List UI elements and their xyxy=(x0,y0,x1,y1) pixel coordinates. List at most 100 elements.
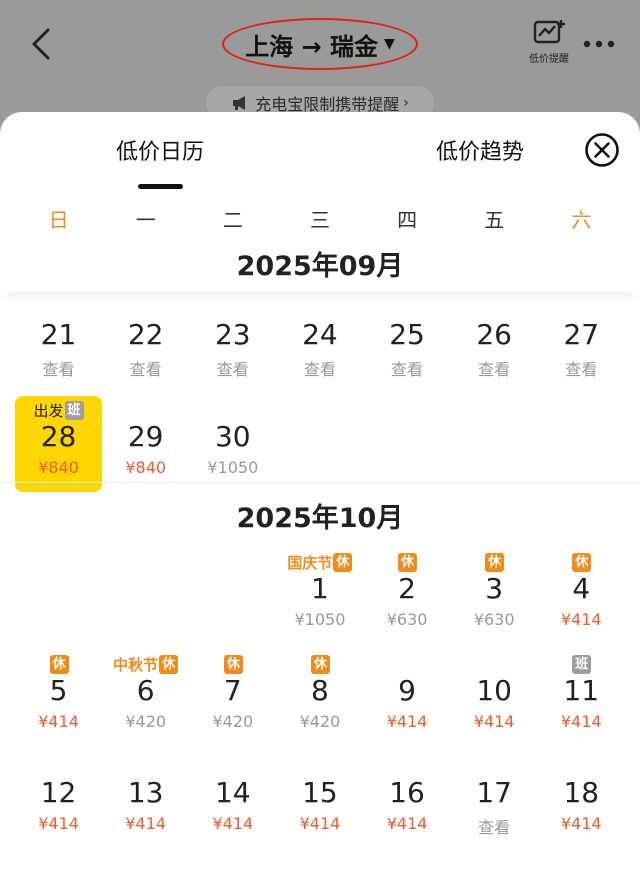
day-tag: 中秋节休 xyxy=(102,654,189,674)
day-price: ¥630 xyxy=(473,610,515,629)
day-cell[interactable]: 23 查看 xyxy=(189,294,276,396)
day-price: 查看 xyxy=(565,360,598,379)
workday-badge: 班 xyxy=(572,654,592,674)
weekday-thu: 四 xyxy=(397,208,418,232)
day-price: 查看 xyxy=(478,360,511,379)
rest-day-badge: 休 xyxy=(333,552,353,572)
day-number: 15 xyxy=(302,776,338,809)
day-cell[interactable]: 10 ¥414 xyxy=(451,650,538,752)
day-cell[interactable]: 16 ¥414 xyxy=(364,752,451,854)
holiday-name: 中秋节 xyxy=(113,655,159,674)
day-number: 23 xyxy=(214,318,251,351)
day-price: ¥420 xyxy=(212,712,254,731)
day-cell[interactable]: 国庆节休 1 ¥1050 xyxy=(276,548,363,650)
weekday-mon: 一 xyxy=(135,208,156,232)
day-price: ¥414 xyxy=(212,814,254,833)
day-price: ¥630 xyxy=(386,610,428,629)
day-number: 13 xyxy=(127,776,164,809)
day-price: ¥1050 xyxy=(294,610,346,629)
close-icon[interactable] xyxy=(584,132,620,168)
tab-low-price-calendar[interactable]: 低价日历 xyxy=(0,134,320,166)
rest-day-badge: 休 xyxy=(398,552,418,572)
back-arrow-icon[interactable] xyxy=(26,24,58,64)
day-cell[interactable]: 22 查看 xyxy=(102,294,189,396)
day-cell[interactable]: 18 ¥414 xyxy=(538,752,625,854)
day-number: 30 xyxy=(214,420,251,453)
day-cell[interactable]: 13 ¥414 xyxy=(102,752,189,854)
route-selector[interactable]: 上海 → 瑞金 ▼ xyxy=(222,18,418,70)
day-cell[interactable]: 15 ¥414 xyxy=(276,752,363,854)
rest-day-badge: 休 xyxy=(572,552,592,572)
day-cell[interactable]: 25 查看 xyxy=(364,294,451,396)
more-options-icon[interactable] xyxy=(582,38,616,50)
day-number: 27 xyxy=(563,318,600,351)
day-cell[interactable]: 休 8 ¥420 xyxy=(276,650,363,752)
day-cell[interactable]: 9 ¥414 xyxy=(364,650,451,752)
day-number: 12 xyxy=(40,776,77,809)
day-number: 11 xyxy=(563,674,600,707)
workday-badge: 班 xyxy=(64,400,84,420)
day-cell[interactable]: 26 查看 xyxy=(451,294,538,396)
day-tag: 休 xyxy=(538,552,625,572)
day-price: ¥840 xyxy=(38,458,79,477)
price-alert-label: 低价提醒 xyxy=(529,54,569,65)
rest-day-badge: 休 xyxy=(49,654,69,674)
month-title: 2025年09月 xyxy=(236,251,404,282)
day-cell[interactable]: 14 ¥414 xyxy=(189,752,276,854)
rest-day-badge: 休 xyxy=(159,654,179,674)
day-number: 4 xyxy=(572,572,591,605)
day-cell[interactable]: 27 查看 xyxy=(538,294,625,396)
weekday-fri: 五 xyxy=(484,208,505,232)
day-cell[interactable]: 休 4 ¥414 xyxy=(538,548,625,650)
day-cell[interactable]: 中秋节休 6 ¥420 xyxy=(102,650,189,752)
day-price: 查看 xyxy=(478,818,511,837)
day-number: 17 xyxy=(476,776,512,809)
day-price: 查看 xyxy=(391,360,424,379)
day-price: ¥840 xyxy=(125,458,167,477)
day-cell[interactable]: 休 7 ¥420 xyxy=(189,650,276,752)
day-price: ¥414 xyxy=(38,814,79,833)
month-title: 2025年10月 xyxy=(236,503,404,534)
day-price: ¥1050 xyxy=(207,458,259,477)
price-alert-button[interactable]: 低价提醒 xyxy=(524,18,574,70)
rest-day-badge: 休 xyxy=(223,654,243,674)
day-number: 6 xyxy=(136,674,155,707)
day-price: 查看 xyxy=(129,360,162,379)
day-tag: 休 xyxy=(364,552,451,572)
day-number: 25 xyxy=(389,318,425,351)
selected-day-cell[interactable]: 出发班 28 ¥840 xyxy=(15,396,103,492)
day-number: 8 xyxy=(311,674,329,707)
caret-down-icon: ▼ xyxy=(384,36,395,52)
day-cell[interactable]: 休 3 ¥630 xyxy=(451,548,538,650)
day-tag: 班 xyxy=(538,654,625,674)
chevron-right-icon: › xyxy=(403,95,409,111)
day-cell[interactable]: 12 ¥414 xyxy=(15,752,102,854)
route-label: 上海 → 瑞金 xyxy=(245,32,379,61)
day-tag: 休 xyxy=(451,552,538,572)
day-cell[interactable]: 班 11 ¥414 xyxy=(538,650,625,752)
month-divider xyxy=(0,482,640,483)
month-header-sep: 2025年09月 xyxy=(0,234,640,292)
day-price: 查看 xyxy=(303,360,336,379)
day-cell[interactable]: 休 5 ¥414 xyxy=(15,650,102,752)
day-cell[interactable]: 17 查看 xyxy=(451,752,538,854)
day-number: 24 xyxy=(302,318,338,351)
day-number: 22 xyxy=(127,318,164,351)
day-price: 查看 xyxy=(216,360,249,379)
day-grid-sep: 21 查看 22 查看 23 查看 24 查看 25 查看 26 查看 27 查看 出发班 28 ¥840 29 ¥… xyxy=(15,294,625,498)
day-number: 28 xyxy=(40,420,77,453)
day-cell[interactable]: 24 查看 xyxy=(276,294,363,396)
day-number: 18 xyxy=(563,776,600,809)
megaphone-icon xyxy=(233,96,246,110)
low-price-calendar-panel: 低价日历 低价趋势 日 一 二 三 四 五 六 2025年09月 21 查看 22 查… xyxy=(0,112,640,869)
rest-day-badge: 休 xyxy=(310,654,330,674)
price-alert-icon xyxy=(533,20,565,44)
day-price: ¥414 xyxy=(560,814,602,833)
day-tag: 休 xyxy=(276,654,363,674)
day-price: ¥414 xyxy=(473,712,515,731)
day-number: 16 xyxy=(389,776,425,809)
day-price: ¥414 xyxy=(299,814,341,833)
day-cell[interactable]: 休 2 ¥630 xyxy=(364,548,451,650)
day-number: 14 xyxy=(214,776,251,809)
day-cell[interactable]: 21 查看 xyxy=(15,294,102,396)
